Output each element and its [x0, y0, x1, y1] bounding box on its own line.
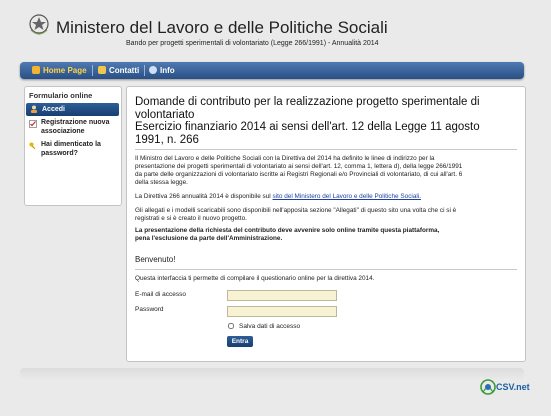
site-header: Ministero del Lavoro e delle Politiche S…	[20, 8, 530, 58]
divider	[135, 149, 517, 150]
password-field[interactable]	[227, 306, 337, 317]
sidebar-item-label: Accedi	[42, 106, 65, 113]
nav-contatti-label: Contatti	[109, 66, 140, 75]
csv-net-logo[interactable]: CSV.net	[478, 378, 530, 396]
home-icon	[32, 66, 40, 74]
page-title-line: volontariato	[135, 108, 195, 121]
italian-republic-emblem-icon	[29, 14, 49, 35]
password-label: Password	[135, 306, 164, 313]
main-nav: Home Page Contatti Info	[20, 62, 524, 79]
paragraph-line: La presentazione della richiesta del con…	[135, 227, 440, 234]
csv-net-emblem-icon	[480, 379, 496, 395]
paragraph-line: pena l'esclusione da parte dell'Amminist…	[135, 235, 283, 242]
nav-home-label: Home Page	[43, 66, 87, 75]
paragraph-line: della stessa legge.	[135, 179, 188, 186]
nav-separator	[92, 65, 93, 76]
folder-icon	[98, 66, 106, 74]
key-icon	[29, 142, 36, 150]
footer-bar	[20, 368, 524, 380]
intro-paragraph: Il Ministro del Lavoro e delle Politiche…	[135, 155, 517, 187]
ministry-site-link[interactable]: sito del Ministero del Lavoro e delle Po…	[273, 193, 421, 200]
page-title-line: Esercizio finanziario 2014 ai sensi dell…	[135, 121, 480, 133]
nav-info-label: Info	[160, 66, 175, 75]
header-subtitle: Bando per progetti sperimentali di volon…	[126, 40, 379, 47]
sidebar-item-accedi[interactable]: Accedi	[26, 103, 119, 116]
sidebar-item-label: associazione	[41, 127, 85, 135]
page-title-line: 1991, n. 266	[135, 133, 199, 146]
sidebar-item-label: Registrazione nuova	[41, 119, 110, 126]
remember-checkbox[interactable]	[228, 323, 234, 329]
nav-home-page[interactable]: Home Page	[32, 62, 87, 79]
main-panel: Domande di contributo per la realizzazio…	[126, 86, 526, 362]
paragraph-line: Gli allegati e i modelli scaricabili son…	[135, 207, 457, 214]
paragraph-line: da parte delle organizzazioni di volonta…	[135, 171, 463, 178]
nav-separator	[144, 65, 145, 76]
paragraph-line: Il Ministro del Lavoro e delle Politiche…	[135, 155, 435, 162]
login-button[interactable]: Entra	[227, 336, 253, 347]
nav-contatti[interactable]: Contatti	[98, 62, 139, 79]
nav-info[interactable]: Info	[149, 62, 175, 79]
info-icon	[149, 66, 157, 74]
page-title-line: Domande di contributo per la realizzazio…	[135, 96, 480, 108]
remember-label: Salva dati di accesso	[239, 323, 301, 330]
paragraph-line: registrati e si è creato il nuovo proget…	[135, 215, 247, 222]
email-label: E-mail di accesso	[135, 291, 186, 298]
checklist-icon	[29, 120, 37, 128]
divider	[135, 269, 517, 270]
welcome-heading: Benvenuto!	[135, 255, 176, 264]
ministry-title: Ministero del Lavoro e delle Politiche S…	[56, 18, 388, 37]
page-title: Domande di contributo per la realizzazio…	[135, 96, 515, 146]
notice-paragraph: La presentazione della richiesta del con…	[135, 227, 517, 243]
email-field[interactable]	[227, 290, 337, 301]
sidebar-item-label: Hai dimenticato la	[41, 141, 101, 148]
directive-text: La Direttiva 266 annualità 2014 è dispon…	[135, 193, 271, 200]
sidebar-item-password-recovery[interactable]: Hai dimenticato la password?	[25, 141, 119, 159]
paragraph-line: presentazione dei progetti sperimentali …	[135, 163, 463, 170]
directive-paragraph: La Direttiva 266 annualità 2014 è dispon…	[135, 193, 517, 201]
attachments-paragraph: Gli allegati e i modelli scaricabili son…	[135, 207, 517, 223]
sidebar-item-registrazione[interactable]: Registrazione nuova associazione	[25, 119, 119, 137]
form-intro: Questa interfaccia ti permette di compil…	[135, 275, 375, 282]
user-icon	[31, 105, 37, 113]
sidebar: Formulario online Accedi Registrazione n…	[24, 86, 122, 206]
csv-net-logo-text: CSV.net	[496, 382, 530, 392]
sidebar-item-label: password?	[41, 149, 78, 157]
sidebar-title: Formulario online	[29, 91, 93, 100]
